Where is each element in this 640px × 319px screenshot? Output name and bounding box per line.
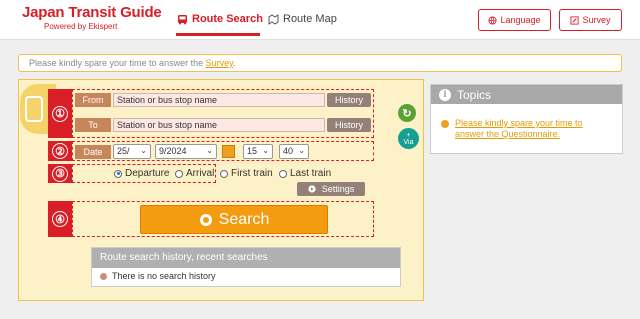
survey-notice: Please kindly spare your time to answer … [18,54,622,72]
tab-route-map[interactable]: Route Map [268,13,337,25]
tab-route-search[interactable]: Route Search [177,13,263,25]
from-station-input[interactable]: Station or bus stop name [113,93,325,107]
active-tab-indicator [176,33,260,36]
radio-departure[interactable]: Departure [114,168,169,179]
survey-label: Survey [582,15,611,25]
topic-link[interactable]: Please kindly spare your time to answer … [455,118,614,140]
from-label: From [75,93,111,107]
to-label: To [75,118,111,132]
minute-select[interactable]: 40 ⌄ [279,144,309,159]
hour-select[interactable]: 15 ⌄ [243,144,273,159]
month-year-select[interactable]: 9/2024 ⌄ [155,144,217,159]
app-subtitle: Powered by Ekispert [44,22,118,31]
day-select[interactable]: 25/⌄ [113,144,151,159]
tab-label: Route Map [283,13,337,25]
calendar-icon[interactable] [222,145,235,158]
play-icon [308,185,316,193]
step-4-badge: ④ [48,201,72,237]
info-icon: i [439,88,451,101]
search-button[interactable]: Search [140,205,328,234]
radio-button[interactable] [175,169,183,178]
radio-last-train[interactable]: Last train [279,168,331,179]
via-button[interactable]: + Via [398,128,419,149]
history-title: Route search history, recent searches [92,248,400,268]
from-history-button[interactable]: History [327,93,371,107]
search-icon [199,213,212,226]
topics-panel: i Topics Please kindly spare your time t… [430,84,623,154]
radio-arrival[interactable]: Arrival [175,168,214,179]
swap-icon[interactable]: ↻ [398,104,416,122]
plus-icon: + [406,131,411,139]
step-3-badge: ③ [48,164,72,183]
topic-item[interactable]: Please kindly spare your time to answer … [431,104,622,140]
radio-button[interactable] [114,169,122,178]
radio-button[interactable] [279,169,287,178]
date-label: Date [75,145,111,159]
bullet-icon [441,120,449,128]
tab-label: Route Search [192,13,263,25]
notice-text: Please kindly spare your time to answer … [29,58,206,68]
radio-button[interactable] [220,169,228,178]
language-label: Language [500,15,541,25]
map-icon [268,13,279,25]
search-history-panel: Route search history, recent searches Th… [91,247,401,287]
notice-end: . [232,58,236,68]
topics-header: i Topics [431,85,622,104]
page-bottom [0,306,640,319]
app-title: Japan Transit Guide [22,4,162,21]
settings-button[interactable]: Settings [297,182,365,196]
globe-icon [488,15,498,25]
chevron-down-icon: ⌄ [262,146,269,155]
chevron-down-icon: ⌄ [140,146,147,155]
to-station-input[interactable]: Station or bus stop name [113,118,325,132]
chevron-down-icon: ⌄ [206,146,213,155]
via-label: Via [403,138,414,146]
brand-logo[interactable]: Japan Transit Guide Powered by Ekispert [22,4,162,31]
edit-icon [570,15,580,25]
bus-icon [178,14,187,24]
language-button[interactable]: Language [478,9,551,31]
history-empty-row: There is no search history [92,268,400,284]
survey-button[interactable]: Survey [559,9,622,31]
step-2-badge: ② [48,141,72,161]
survey-link[interactable]: Survey [206,58,233,68]
top-header: Japan Transit Guide Powered by Ekispert … [0,0,640,40]
chevron-down-icon: ⌄ [298,146,305,155]
train-icon [25,96,43,122]
bullet-icon [100,272,107,280]
radio-first-train[interactable]: First train [220,168,273,179]
step-1-badge: ① [48,89,72,138]
to-history-button[interactable]: History [327,118,371,132]
